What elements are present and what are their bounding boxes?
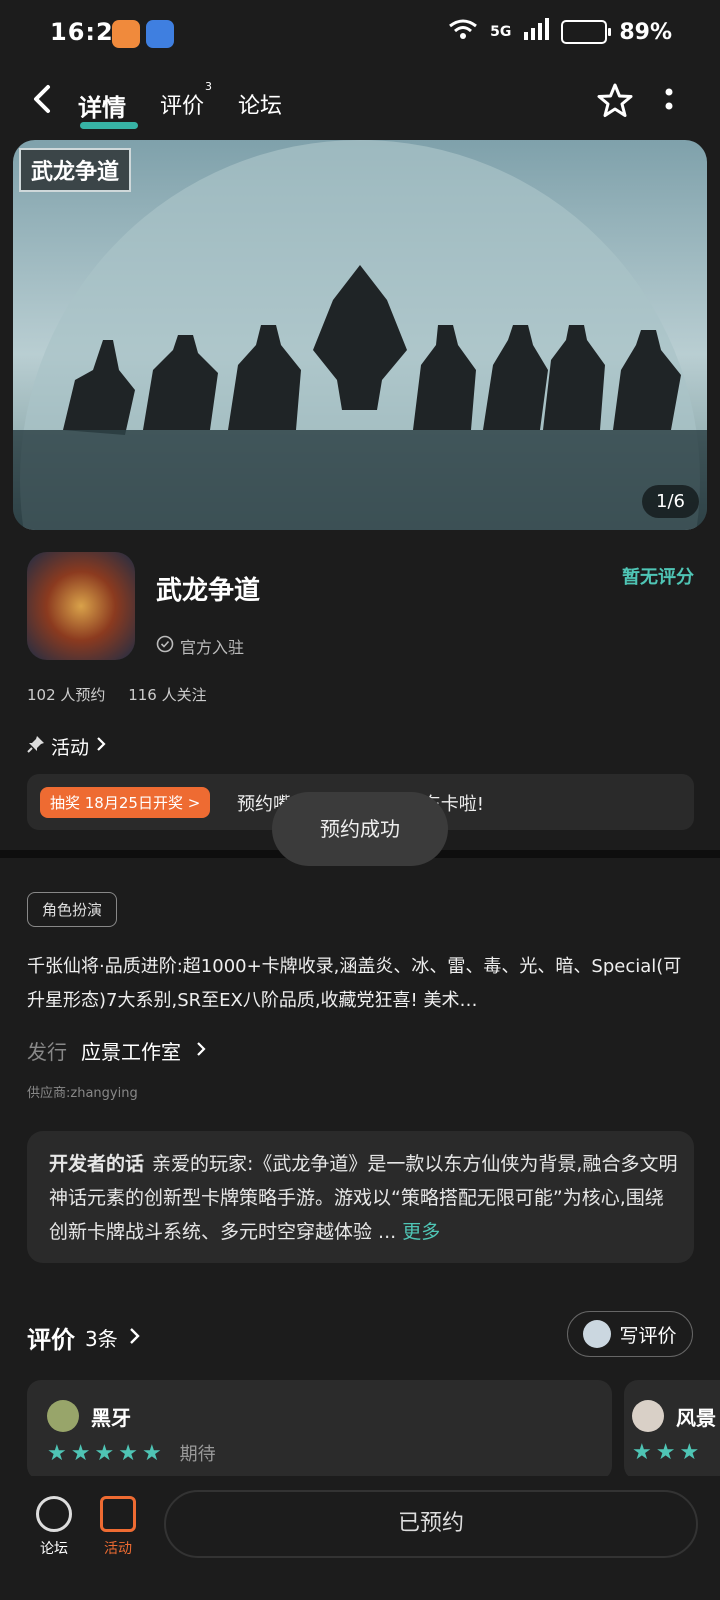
reservation-success-toast: 预约成功 <box>272 792 448 866</box>
activity-button[interactable]: 活动 <box>88 1496 148 1558</box>
battery-percent: 89% <box>619 19 672 45</box>
reviewer-avatar <box>47 1400 79 1432</box>
reviews-count: 3条 <box>85 1327 118 1351</box>
network-label: 5G <box>490 24 512 40</box>
activity-link[interactable]: 活动 <box>27 733 107 760</box>
star-rating: ★ ★ ★ ★ ★ 期待 <box>47 1440 216 1466</box>
forum-label: 论坛 <box>40 1541 68 1557</box>
status-right: 5G 89% <box>448 18 672 46</box>
tab-reviews[interactable]: 评价 3 <box>160 80 212 120</box>
chevron-right-icon <box>128 1324 142 1352</box>
supplier-info: 供应商:zhangying <box>27 1086 138 1101</box>
pin-icon <box>27 735 45 758</box>
star-icon: ★ <box>632 1440 652 1465</box>
hero-image-counter: 1/6 <box>642 485 699 518</box>
star-icon: ★ <box>141 1440 162 1466</box>
activity-label: 活动 <box>51 737 90 759</box>
reviews-header[interactable]: 评价 3条 <box>27 1320 142 1355</box>
reviewer: 黑牙 <box>47 1400 131 1432</box>
star-icon: ★ <box>679 1440 700 1465</box>
publisher-name: 应景工作室 <box>81 1040 181 1064</box>
reviewer-avatar <box>632 1400 664 1432</box>
reserved-button[interactable]: 已预约 <box>164 1490 698 1558</box>
developer-note: 开发者的话 亲爱的玩家:《武龙争道》是一款以东方仙侠为背景,融合多文明神话元素的创… <box>49 1147 679 1249</box>
official-label: 官方入驻 <box>180 638 245 657</box>
signal-icon <box>523 18 550 46</box>
browser-notification-icon <box>146 20 174 48</box>
activity-tab-label: 活动 <box>104 1541 132 1557</box>
gift-icon <box>100 1496 136 1532</box>
top-nav: 详情 评价 3 论坛 <box>0 70 720 134</box>
developer-note-title: 开发者的话 <box>49 1153 145 1175</box>
star-icon: ★ <box>47 1440 67 1466</box>
review-card[interactable]: 风景 ★ ★ ★ <box>624 1380 720 1480</box>
reviews-title: 评价 <box>27 1326 75 1354</box>
status-bar: 16:21 5G 89% <box>0 0 720 68</box>
chevron-right-icon <box>95 735 107 758</box>
write-review-button[interactable]: 写评价 <box>567 1311 693 1357</box>
tab-forum[interactable]: 论坛 <box>238 88 282 120</box>
reviewer-name: 风景 <box>676 1405 716 1430</box>
chevron-right-icon <box>195 1039 207 1063</box>
more-link[interactable]: 更多 <box>402 1221 440 1243</box>
wifi-icon <box>448 18 478 46</box>
write-review-label: 写评价 <box>619 1324 677 1347</box>
review-tag: 期待 <box>179 1444 216 1465</box>
genre-tag[interactable]: 角色扮演 <box>27 892 118 927</box>
star-icon: ★ <box>655 1440 676 1465</box>
game-description[interactable]: 千张仙将·品质进阶:超1000+卡牌收录,涵盖炎、冰、雷、毒、光、暗、Speci… <box>27 950 693 1018</box>
tab-reviews-label: 评价 <box>160 94 205 119</box>
forum-chat-icon <box>36 1496 72 1532</box>
reviewer-name: 黑牙 <box>91 1405 131 1430</box>
game-title: 武龙争道 <box>156 576 261 606</box>
more-options-icon[interactable] <box>664 86 674 122</box>
game-icon <box>27 552 135 660</box>
back-icon[interactable] <box>30 84 56 118</box>
battery-icon <box>561 20 612 44</box>
verified-check-icon <box>156 635 174 657</box>
star-icon: ★ <box>94 1440 115 1466</box>
user-avatar <box>583 1320 612 1348</box>
rating-status: 暂无评分 <box>622 567 694 588</box>
star-rating: ★ ★ ★ <box>632 1440 699 1465</box>
star-icon: ★ <box>70 1440 91 1466</box>
reservation-count: 102 人预约 <box>27 686 106 704</box>
active-tab-indicator <box>80 122 138 129</box>
follower-count: 116 人关注 <box>128 686 207 704</box>
publisher-link[interactable]: 发行 应景工作室 <box>27 1036 207 1065</box>
tab-details[interactable]: 详情 <box>78 88 138 129</box>
forum-button[interactable]: 论坛 <box>24 1496 84 1558</box>
star-icon: ★ <box>118 1440 138 1466</box>
review-card[interactable]: 黑牙 ★ ★ ★ ★ ★ 期待 <box>27 1380 612 1480</box>
developer-note-card[interactable]: 开发者的话 亲爱的玩家:《武龙争道》是一款以东方仙侠为背景,融合多文明神话元素的创… <box>27 1131 694 1263</box>
tab-reviews-badge: 3 <box>205 80 213 93</box>
favorite-star-icon[interactable] <box>596 82 634 124</box>
reviewer: 风景 <box>632 1400 716 1432</box>
official-badge: 官方入驻 <box>156 634 244 658</box>
app-stats: 102 人预约 116 人关注 <box>27 684 207 705</box>
app-notification-icon <box>112 20 140 48</box>
hero-banner[interactable]: 武龙争道 1/6 <box>13 140 707 530</box>
publisher-label: 发行 <box>27 1040 67 1064</box>
tab-details-label: 详情 <box>78 94 126 122</box>
hero-game-logo: 武龙争道 <box>19 148 132 192</box>
bottom-bar: 论坛 活动 已预约 <box>0 1476 720 1600</box>
hero-artwork <box>13 140 707 530</box>
lottery-badge[interactable]: 抽奖 18月25日开奖 > <box>40 787 211 818</box>
tab-forum-label: 论坛 <box>238 94 283 119</box>
